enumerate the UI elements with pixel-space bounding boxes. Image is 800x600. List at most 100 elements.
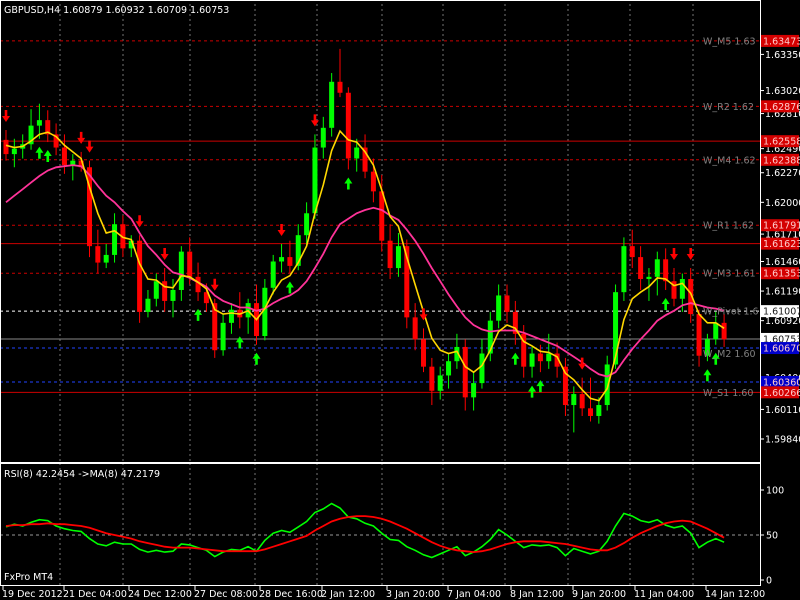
price-tick-label: 1.62270 bbox=[765, 168, 800, 179]
candle-body bbox=[3, 139, 9, 155]
candle-body bbox=[287, 257, 293, 266]
time-tick-label: 27 Dec 08:00 bbox=[194, 589, 258, 600]
broker-label: FxPro MT4 bbox=[4, 572, 53, 583]
price-tick-label: 1.60920 bbox=[765, 316, 800, 327]
candle-body bbox=[345, 92, 351, 159]
level-label: W_R1 1.62 bbox=[703, 221, 754, 232]
candle-body bbox=[679, 279, 685, 299]
candle-body bbox=[629, 246, 635, 258]
candle-body bbox=[546, 353, 552, 362]
level-label: W_R2 1.62 bbox=[703, 102, 754, 113]
candle-body bbox=[270, 261, 276, 288]
candle-body bbox=[696, 314, 702, 356]
time-tick-label: 11 Jan 04:00 bbox=[634, 589, 694, 600]
price-tick-label: 1.62000 bbox=[765, 198, 800, 209]
price-label-text: 1.61791 bbox=[763, 221, 800, 232]
candle-body bbox=[95, 246, 101, 263]
price-label-text: 1.60266 bbox=[763, 388, 800, 399]
time-tick-label: 2 Jan 12:00 bbox=[321, 589, 375, 600]
candle-body bbox=[354, 147, 360, 159]
candle-body bbox=[153, 281, 159, 299]
candle-body bbox=[713, 322, 719, 340]
candle-body bbox=[279, 257, 285, 262]
time-tick-label: 21 Dec 04:00 bbox=[63, 589, 127, 600]
candle-body bbox=[162, 281, 168, 301]
symbol-title: GBPUSD,H4 1.60879 1.60932 1.60709 1.6075… bbox=[4, 5, 229, 16]
candle-body bbox=[370, 171, 376, 192]
candle-body bbox=[412, 317, 418, 340]
level-label: W_M3 1.61 bbox=[703, 269, 756, 280]
rsi-tick-label: 100 bbox=[766, 486, 784, 497]
candle-body bbox=[329, 81, 335, 128]
candle-body bbox=[646, 276, 652, 280]
candle-body bbox=[504, 295, 510, 312]
candle-body bbox=[337, 81, 343, 93]
time-tick-label: 28 Dec 16:00 bbox=[259, 589, 323, 600]
level-label: W_Pivot 1.6 bbox=[703, 307, 759, 318]
candle-body bbox=[36, 120, 42, 126]
price-tick-label: 1.59840 bbox=[765, 434, 800, 445]
candle-body bbox=[379, 191, 385, 241]
price-label-text: 1.62388 bbox=[763, 155, 800, 166]
price-chart-canvas: W_M5 1.63 W_R2 1.62 W_M4 1.62 W_R1 1.62 W_M3… bbox=[0, 0, 800, 600]
candle-body bbox=[137, 240, 143, 312]
candle-body bbox=[320, 127, 326, 148]
candle-body bbox=[663, 259, 669, 282]
time-tick-label: 3 Jan 20:00 bbox=[386, 589, 440, 600]
price-label-text: 1.60670 bbox=[763, 344, 800, 355]
price-tick-label: 1.61460 bbox=[765, 257, 800, 268]
price-label-text: 1.62558 bbox=[763, 137, 800, 148]
candle-body bbox=[61, 147, 67, 166]
candle-body bbox=[145, 298, 151, 312]
candle-body bbox=[579, 394, 585, 409]
candle-body bbox=[170, 289, 176, 301]
candle-body bbox=[596, 405, 602, 416]
price-label-text: 1.61007 bbox=[763, 307, 800, 318]
level-label: W_M2 1.60 bbox=[703, 349, 756, 360]
candle-body bbox=[187, 251, 193, 277]
time-tick-label: 7 Jan 04:00 bbox=[447, 589, 501, 600]
price-label-text: 1.61623 bbox=[763, 239, 800, 250]
candle-body bbox=[437, 375, 443, 391]
rsi-title: RSI(8) 42.2454 ->MA(8) 47.2179 bbox=[4, 469, 160, 480]
candle-body bbox=[496, 295, 502, 321]
time-tick-label: 14 Jan 12:00 bbox=[705, 589, 765, 600]
price-tick-label: 1.63020 bbox=[765, 86, 800, 97]
level-label: W_M4 1.62 bbox=[703, 155, 756, 166]
rsi-tick-label: 0 bbox=[766, 576, 772, 587]
candle-body bbox=[421, 339, 426, 367]
candle-body bbox=[429, 366, 435, 391]
candle-body bbox=[571, 394, 577, 406]
price-tick-label: 1.61190 bbox=[765, 287, 800, 298]
price-label-text: 1.63473 bbox=[763, 36, 800, 47]
candle-body bbox=[178, 251, 184, 290]
candle-body bbox=[304, 213, 310, 236]
price-label-text: 1.62876 bbox=[763, 102, 800, 113]
candle-body bbox=[103, 254, 109, 263]
candle-body bbox=[654, 259, 660, 277]
price-label-text: 1.61353 bbox=[763, 269, 800, 280]
time-tick-label: 24 Dec 12:00 bbox=[128, 589, 192, 600]
candle-body bbox=[479, 353, 485, 384]
time-tick-label: 9 Jan 20:00 bbox=[572, 589, 626, 600]
candle-body bbox=[529, 353, 535, 367]
candle-body bbox=[638, 257, 644, 280]
candle-body bbox=[721, 322, 727, 340]
level-label: W_S1 1.60 bbox=[703, 388, 753, 399]
rsi-tick-label: 50 bbox=[766, 531, 778, 542]
candle-body bbox=[312, 147, 318, 214]
candle-body bbox=[395, 246, 401, 269]
chart-background bbox=[0, 0, 800, 600]
time-tick-label: 19 Dec 2012 bbox=[2, 589, 63, 600]
price-tick-label: 1.60110 bbox=[765, 405, 800, 416]
candle-body bbox=[11, 148, 17, 155]
candle-body bbox=[220, 322, 226, 351]
price-tick-label: 1.63350 bbox=[765, 50, 800, 61]
level-label: W_M5 1.63 bbox=[703, 36, 756, 47]
candle-body bbox=[387, 240, 393, 269]
candle-body bbox=[228, 309, 234, 323]
candle-body bbox=[537, 353, 543, 362]
candle-body bbox=[446, 361, 452, 376]
candle-body bbox=[462, 346, 468, 398]
candle-body bbox=[112, 224, 118, 255]
